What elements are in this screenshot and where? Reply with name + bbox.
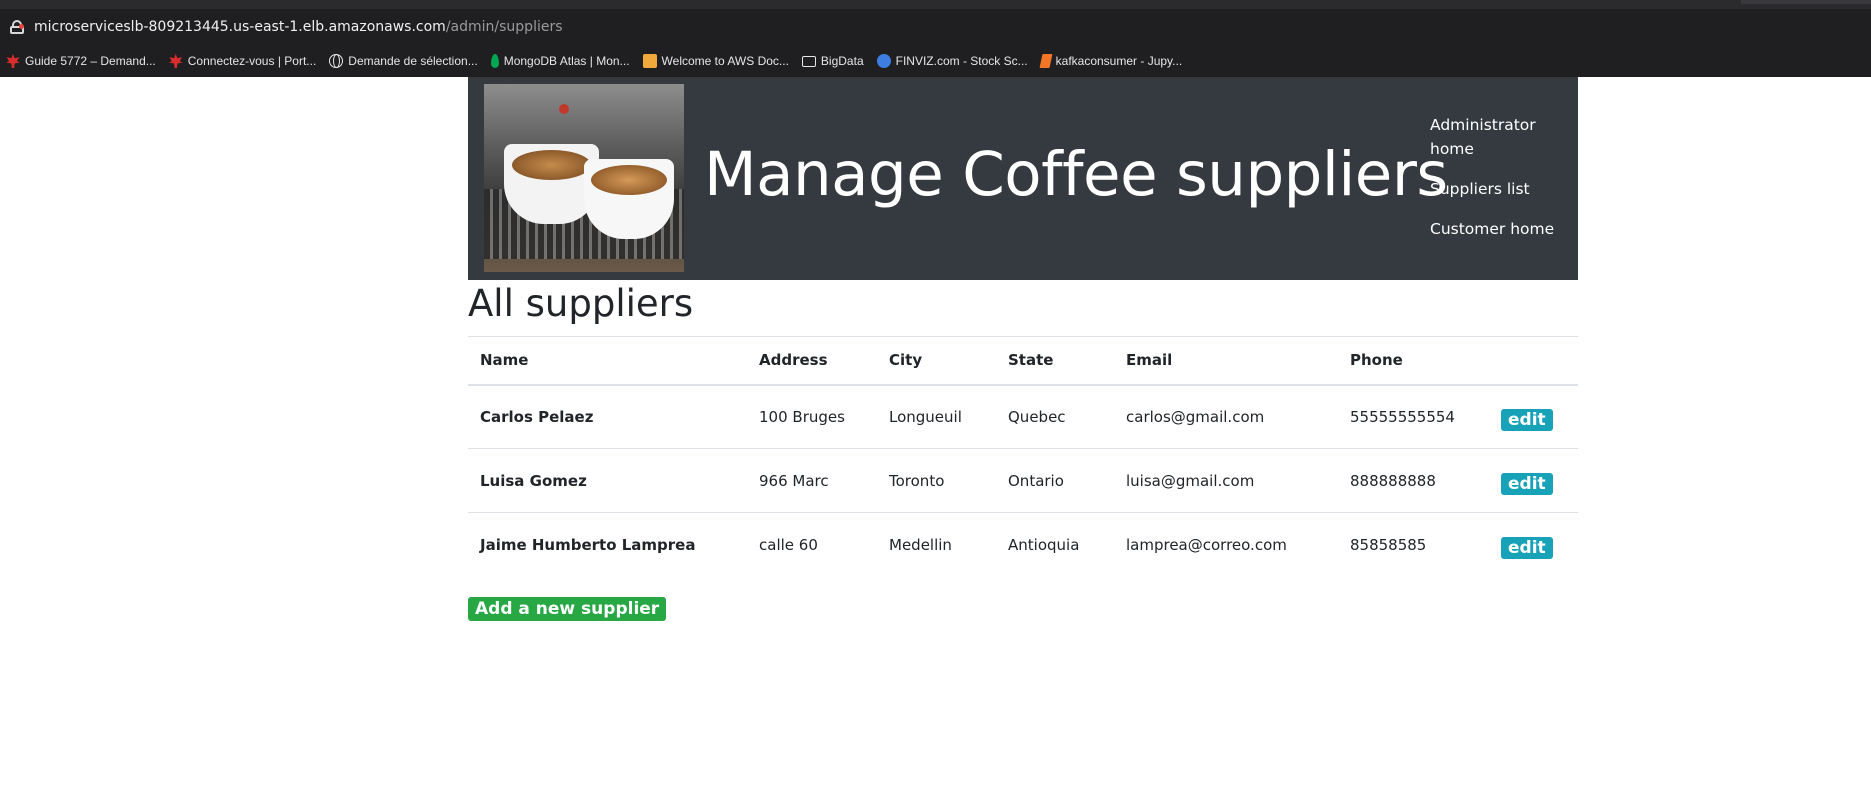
browser-tab-strip xyxy=(0,0,1871,9)
table-row: Luisa Gomez 966 Marc Toronto Ontario lui… xyxy=(468,448,1578,513)
cell-email: lamprea@correo.com xyxy=(1114,512,1338,577)
table-header-row: Name Address City State Email Phone xyxy=(468,336,1578,386)
bookmarks-bar: Guide 5772 – Demand... Connectez-vous | … xyxy=(0,45,1871,77)
column-header-email: Email xyxy=(1114,336,1338,386)
bookmark-label: Guide 5772 – Demand... xyxy=(25,54,156,68)
cell-actions: edit xyxy=(1489,385,1578,449)
column-header-phone: Phone xyxy=(1338,336,1489,386)
page-title: Manage Coffee suppliers xyxy=(704,139,1448,210)
cell-actions: edit xyxy=(1489,448,1578,513)
bookmark-item[interactable]: kafkaconsumer - Jupy... xyxy=(1039,54,1183,68)
cell-city: Toronto xyxy=(877,448,996,513)
aws-cube-icon xyxy=(642,54,657,68)
maple-leaf-icon xyxy=(168,54,183,68)
table-row: Carlos Pelaez 100 Bruges Longueuil Quebe… xyxy=(468,385,1578,449)
cell-address: 100 Bruges xyxy=(759,407,845,426)
bookmark-item[interactable]: Demande de sélection... xyxy=(329,54,478,68)
bookmark-label: Connectez-vous | Port... xyxy=(187,54,317,68)
page-content: Manage Coffee suppliers Administrator ho… xyxy=(0,77,1871,809)
column-header-name: Name xyxy=(468,336,747,386)
finviz-icon xyxy=(876,54,891,68)
nav-suppliers-list[interactable]: Suppliers list xyxy=(1430,177,1570,201)
bookmark-item[interactable]: FINVIZ.com - Stock Sc... xyxy=(876,54,1028,68)
section-heading: All suppliers xyxy=(468,282,694,325)
cell-name: Carlos Pelaez xyxy=(480,407,594,426)
jupyter-icon xyxy=(1039,54,1053,68)
cell-state: Quebec xyxy=(1008,407,1066,426)
cell-address: 966 Marc xyxy=(747,448,877,513)
column-header-city: City xyxy=(877,336,996,386)
nav-administrator-home[interactable]: Administrator home xyxy=(1430,113,1570,161)
cell-email: luisa@gmail.com xyxy=(1114,448,1338,513)
bookmark-label: FINVIZ.com - Stock Sc... xyxy=(895,54,1028,68)
site-info-icon[interactable] xyxy=(10,20,24,34)
bookmark-label: MongoDB Atlas | Mon... xyxy=(503,54,630,68)
folder-icon xyxy=(801,55,816,67)
bookmark-item[interactable]: MongoDB Atlas | Mon... xyxy=(490,54,630,68)
cell-phone: 888888888 xyxy=(1338,448,1489,513)
url-host: microserviceslb-809213445.us-east-1.elb.… xyxy=(34,19,446,35)
coffee-cups-photo xyxy=(484,84,684,272)
globe-icon xyxy=(329,54,344,68)
cell-city: Longueuil xyxy=(889,407,962,426)
column-header-actions xyxy=(1489,336,1578,386)
url-path: /admin/suppliers xyxy=(445,19,563,35)
table-row: Jaime Humberto Lamprea calle 60 Medellin… xyxy=(468,512,1578,577)
cell-address: calle 60 xyxy=(747,512,877,577)
cell-email: carlos@gmail.com xyxy=(1126,407,1265,426)
mongodb-leaf-icon xyxy=(490,54,499,68)
header-banner: Manage Coffee suppliers Administrator ho… xyxy=(468,77,1578,280)
column-header-state: State xyxy=(996,336,1114,386)
cell-name: Luisa Gomez xyxy=(468,448,747,513)
cell-actions: edit xyxy=(1489,512,1578,577)
cell-phone: 85858585 xyxy=(1338,512,1489,577)
bookmark-label: Welcome to AWS Doc... xyxy=(661,54,789,68)
bookmark-label: BigData xyxy=(820,54,864,68)
cell-state: Ontario xyxy=(996,448,1114,513)
suppliers-table: Name Address City State Email Phone Carl… xyxy=(468,336,1578,577)
cell-state: Antioquia xyxy=(996,512,1114,577)
cell-phone: 55555555554 xyxy=(1350,407,1455,426)
nav-customer-home[interactable]: Customer home xyxy=(1430,217,1570,241)
bookmark-item[interactable]: Connectez-vous | Port... xyxy=(168,54,317,68)
header-nav: Administrator home Suppliers list Custom… xyxy=(1430,113,1570,257)
maple-leaf-icon xyxy=(6,54,20,68)
bookmark-label: Demande de sélection... xyxy=(348,54,478,68)
edit-button[interactable]: edit xyxy=(1501,536,1553,559)
bookmark-item[interactable]: Guide 5772 – Demand... xyxy=(6,54,156,68)
cell-city: Medellin xyxy=(877,512,996,577)
add-supplier-button[interactable]: Add a new supplier xyxy=(468,597,667,621)
address-bar[interactable]: microserviceslb-809213445.us-east-1.elb.… xyxy=(0,9,1871,45)
column-header-address: Address xyxy=(747,336,877,386)
bookmark-label: kafkaconsumer - Jupy... xyxy=(1055,54,1183,68)
cell-name: Jaime Humberto Lamprea xyxy=(468,512,747,577)
bookmark-item[interactable]: Welcome to AWS Doc... xyxy=(642,54,789,68)
edit-button[interactable]: edit xyxy=(1501,408,1553,431)
edit-button[interactable]: edit xyxy=(1501,472,1553,495)
bookmark-item[interactable]: BigData xyxy=(801,54,864,68)
tab-edge xyxy=(1741,0,1871,4)
